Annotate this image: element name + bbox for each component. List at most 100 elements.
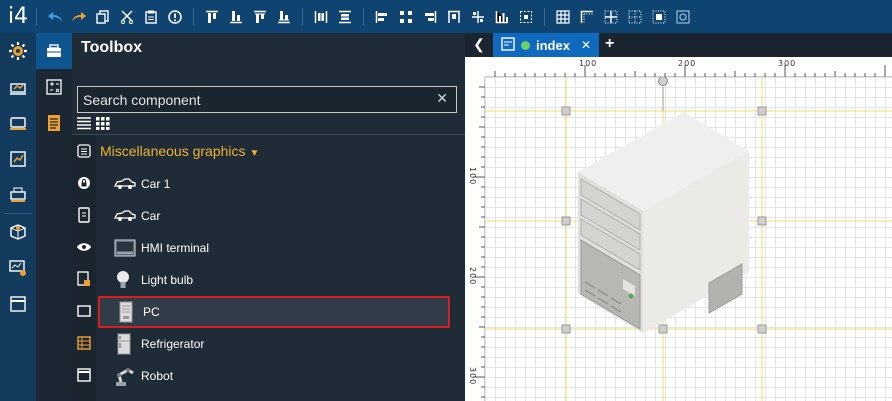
center-h-icon[interactable] (467, 6, 489, 28)
table-category-icon[interactable] (72, 327, 96, 359)
item-label: Robot (141, 369, 174, 383)
center-v-icon[interactable] (515, 6, 537, 28)
search-input[interactable] (83, 90, 423, 110)
info-icon[interactable] (164, 6, 186, 28)
item-label: PC (143, 305, 160, 319)
design-canvas[interactable] (485, 77, 892, 401)
panel-divider (72, 134, 465, 135)
horizontal-ruler: 100 200 300 (485, 57, 892, 77)
list-view-icon[interactable] (77, 117, 91, 135)
car-icon (114, 204, 140, 228)
undo-icon[interactable] (44, 6, 66, 28)
align-center-icon[interactable] (395, 6, 417, 28)
package-icon[interactable] (0, 214, 36, 250)
toolbox-tab-icon[interactable] (36, 33, 72, 69)
zoom-fit-icon[interactable] (672, 6, 694, 28)
chart-icon[interactable] (491, 6, 513, 28)
search-box: ✕ (77, 86, 457, 113)
ruler-label: 300 (778, 59, 797, 68)
item-label: Car 1 (141, 177, 171, 191)
list-item-light-bulb[interactable]: Light bulb (98, 264, 450, 296)
editor-area: ❮ index ✕ + 100 200 300 100 200 300 (465, 33, 892, 401)
window-icon[interactable] (0, 286, 36, 322)
redo-icon[interactable] (68, 6, 90, 28)
toolbar-separator (363, 7, 364, 26)
category-dropdown[interactable]: Miscellaneous graphics ▼ (100, 143, 259, 159)
category-label: Miscellaneous graphics (100, 143, 246, 159)
grid-fine-icon[interactable] (600, 6, 622, 28)
item-label: Car (141, 209, 161, 223)
canvas-drawing (485, 77, 892, 401)
car-icon (114, 172, 140, 196)
copy-icon[interactable] (92, 6, 114, 28)
rotate-handle[interactable] (658, 77, 668, 86)
pc-tower-graphic[interactable] (578, 112, 749, 333)
paste-icon[interactable] (140, 6, 162, 28)
reports-icon[interactable] (0, 141, 36, 177)
status-dot (521, 40, 530, 50)
component-list: Car 1 Car HMI terminal Light bulb PC Ref… (98, 168, 450, 392)
secondary-nav-rail (36, 33, 72, 401)
ruler-label: 200 (468, 267, 477, 286)
grid-off-icon[interactable] (648, 6, 670, 28)
tab-close-icon[interactable]: ✕ (581, 38, 591, 52)
settings-gear-icon[interactable] (0, 33, 36, 69)
align-top-icon[interactable] (201, 6, 223, 28)
ruler-label: 100 (468, 167, 477, 186)
ruler-label: 100 (579, 59, 598, 68)
pc-icon (116, 300, 142, 324)
app-logo: i4 (7, 4, 29, 29)
toolbar-icons (36, 0, 695, 33)
frame-category-icon[interactable] (72, 359, 96, 391)
monitor-settings-icon[interactable] (0, 250, 36, 286)
doc-category-icon[interactable] (72, 263, 96, 295)
list-item-robot[interactable]: Robot (98, 360, 450, 392)
devices-icon[interactable] (0, 105, 36, 141)
tab-index[interactable]: index ✕ (493, 33, 599, 57)
grid-icon[interactable] (552, 6, 574, 28)
top-toolbar: i4 (0, 0, 892, 33)
list-item-car[interactable]: Car (98, 200, 450, 232)
hmi-terminal-icon (114, 236, 140, 260)
item-label: Refrigerator (141, 337, 205, 351)
calculator-icon[interactable] (36, 69, 72, 105)
cut-icon[interactable] (116, 6, 138, 28)
toolbar-separator (36, 7, 37, 26)
clear-search-icon[interactable]: ✕ (436, 90, 448, 107)
eye-category-icon[interactable] (72, 231, 96, 263)
refrigerator-icon (114, 332, 140, 356)
list-item-refrigerator[interactable]: Refrigerator (98, 328, 450, 360)
align-bottom-icon[interactable] (225, 6, 247, 28)
list-item-hmi-terminal[interactable]: HMI terminal (98, 232, 450, 264)
list-category-icon[interactable] (72, 135, 96, 167)
grid-view-icon[interactable] (96, 117, 110, 135)
toolbar-separator (302, 7, 303, 26)
caret-down-icon: ▼ (249, 148, 260, 159)
category-icons (72, 135, 96, 401)
list-item-car-1[interactable]: Car 1 (98, 168, 450, 200)
distribute-h-icon[interactable] (310, 6, 332, 28)
phone-category-icon[interactable] (72, 199, 96, 231)
list-doc-icon[interactable] (36, 105, 72, 141)
lock-category-icon[interactable] (72, 167, 96, 199)
align-right-icon[interactable] (419, 6, 441, 28)
align-middle-top-icon[interactable] (249, 6, 271, 28)
align-middle-bottom-icon[interactable] (273, 6, 295, 28)
ruler-label: 200 (678, 59, 697, 68)
add-tab-button[interactable]: + (605, 35, 614, 53)
distribute-v-icon[interactable] (334, 6, 356, 28)
printer-icon[interactable] (0, 177, 36, 213)
tab-bar: ❮ index ✕ + (465, 33, 892, 57)
back-chevron-icon[interactable]: ❮ (471, 36, 487, 53)
corner-icon[interactable] (576, 6, 598, 28)
list-item-pc[interactable]: PC (98, 296, 450, 328)
align-left-icon[interactable] (371, 6, 393, 28)
dashboard-icon[interactable] (0, 69, 36, 105)
grid-dotted-icon[interactable] (624, 6, 646, 28)
toolbar-separator (193, 7, 194, 26)
item-label: HMI terminal (141, 241, 210, 255)
ruler-corner (465, 57, 485, 77)
bring-top-icon[interactable] (443, 6, 465, 28)
primary-nav-rail (0, 33, 36, 401)
rectangle-category-icon[interactable] (72, 295, 96, 327)
